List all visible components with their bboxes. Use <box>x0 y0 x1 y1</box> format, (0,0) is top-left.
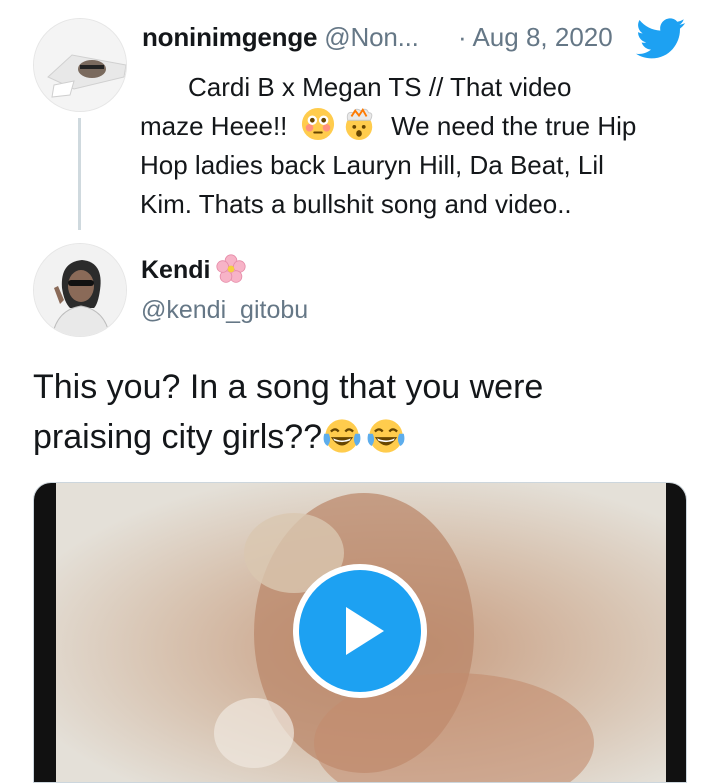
avatar[interactable] <box>33 243 127 337</box>
avatar-image <box>34 19 126 111</box>
tweet-text: This you? In a song that you were praisi… <box>33 362 693 462</box>
quoted-date[interactable]: · Aug 8, 2020 <box>458 22 613 53</box>
quoted-author[interactable]: noninimgenge @Non... <box>142 22 419 53</box>
quoted-text-line-3: Hop ladies back Lauryn Hill, Da Beat, Li… <box>140 150 604 180</box>
quoted-text-line-2a: maze Heee!! <box>140 111 288 141</box>
tears-of-joy-emoji-icon <box>323 419 361 453</box>
avatar-image <box>34 244 126 336</box>
quoted-tweet-text: Cardi B x Megan TS // That video maze He… <box>140 68 700 224</box>
tears-of-joy-emoji-icon <box>367 419 405 453</box>
tweet-display-name[interactable]: Kendi <box>141 256 210 284</box>
twitter-bird-icon <box>636 18 686 59</box>
quoted-text-line-2b: We need the true Hip <box>391 111 637 141</box>
date-separator: · <box>458 22 467 52</box>
play-button-icon[interactable] <box>292 563 428 699</box>
flushed-face-emoji-icon <box>301 107 334 141</box>
quoted-display-name[interactable]: noninimgenge <box>142 22 317 52</box>
tweet-handle[interactable]: @kendi_gitobu <box>141 296 308 325</box>
quoted-date-text[interactable]: Aug 8, 2020 <box>472 22 612 52</box>
thread-line <box>78 118 81 230</box>
tweet-author[interactable]: Kendi <box>141 254 247 285</box>
quoted-handle[interactable]: @Non... <box>324 22 419 52</box>
quoted-text-line-1: Cardi B x Megan TS // That video <box>188 72 572 102</box>
tweet-text-line-2a: praising city girls?? <box>33 418 323 456</box>
avatar[interactable] <box>33 18 127 112</box>
exploding-head-emoji-icon <box>345 108 373 141</box>
tweet-text-line-1: This you? In a song that you were <box>33 368 544 406</box>
quoted-text-line-2: maze Heee!! We need the true Hip <box>140 107 700 146</box>
cherry-blossom-icon <box>216 254 247 283</box>
tweet-text-line-2: praising city girls?? <box>33 412 693 462</box>
quoted-text-line-4: Kim. Thats a bullshit song and video.. <box>140 189 572 219</box>
